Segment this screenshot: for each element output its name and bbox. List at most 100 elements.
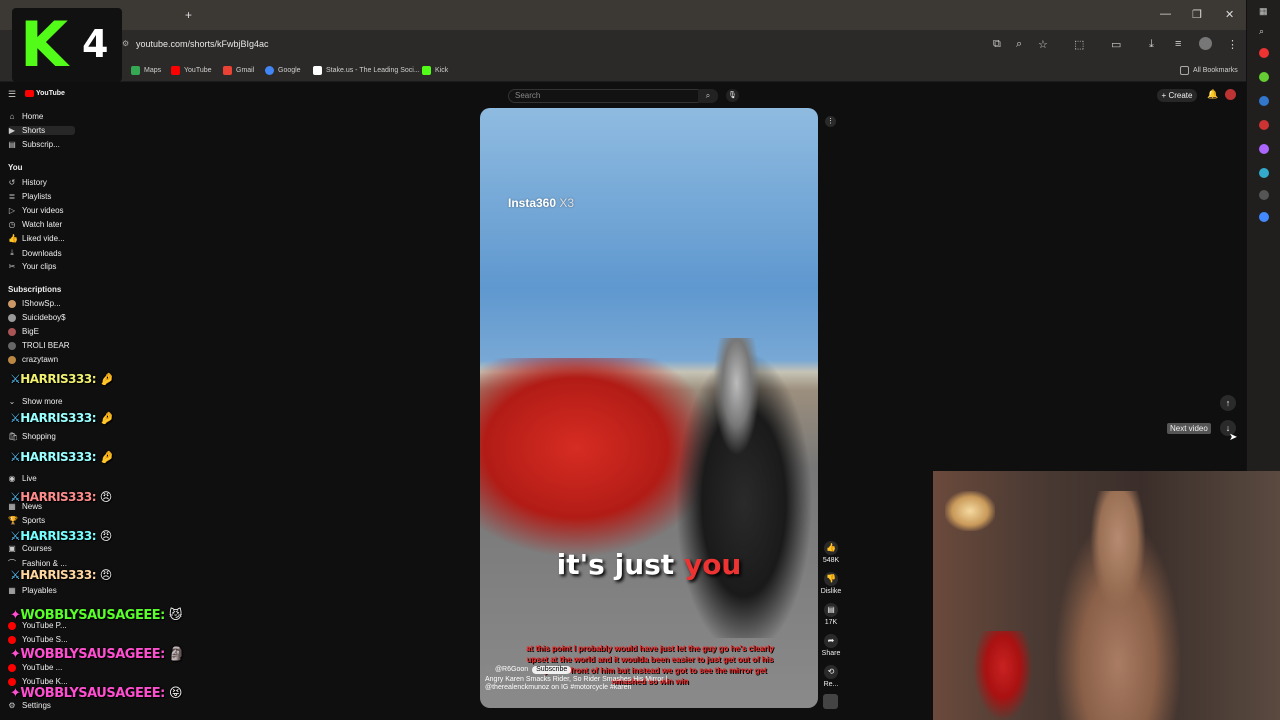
sidebar-item-settings[interactable]: ⚙ Settings	[8, 701, 51, 710]
bookmark-kick[interactable]: Kick	[422, 66, 448, 75]
sidebar-item-courses[interactable]: ▣ Courses	[8, 544, 52, 553]
menu-icon[interactable]: ⋮	[1227, 38, 1238, 51]
gmail-icon	[223, 66, 232, 75]
sidebar-item-home[interactable]: ⌂ Home	[8, 112, 44, 121]
channel-avatar	[8, 299, 16, 308]
video-info: @R6Goon Subscribe Angry Karen Smacks Ride…	[485, 665, 725, 692]
sidebar-item-watch-later[interactable]: ◷ Watch later	[8, 220, 63, 229]
media-icon[interactable]: ≡	[1175, 38, 1181, 50]
chat-username: WOBBLYSAUSAGEEE:	[20, 647, 165, 662]
extension-icon[interactable]	[1259, 120, 1269, 130]
extension-icon[interactable]	[1259, 168, 1269, 178]
sidebar-item-yt-studio[interactable]: YouTube S...	[8, 635, 68, 644]
new-tab-button[interactable]: +	[185, 8, 192, 22]
extension-icon[interactable]	[1259, 72, 1269, 82]
subscribe-button[interactable]: Subscribe	[532, 665, 572, 674]
chat-username: HARRIS333:	[20, 529, 97, 543]
sidebar-item-liked[interactable]: 👍 Liked vide...	[8, 234, 65, 243]
mic-icon[interactable]: 🎙	[726, 89, 739, 102]
install-icon[interactable]: ⧉	[993, 38, 1001, 51]
star-icon[interactable]: ☆	[1038, 38, 1048, 51]
sidebar-item-subscriptions[interactable]: ▤ Subscrip...	[8, 140, 60, 149]
extension-icon[interactable]	[1259, 96, 1269, 106]
sidebar-item-yt-kids[interactable]: YouTube K...	[8, 677, 68, 686]
sound-thumbnail[interactable]	[823, 694, 838, 709]
sidebar-item-shopping[interactable]: 🛍 Shopping	[8, 432, 56, 441]
channel-avatar[interactable]	[485, 665, 493, 673]
sidebar-item-yt-music[interactable]: YouTube ...	[8, 663, 62, 672]
emote-icon: 😼	[168, 608, 183, 623]
sidebar-sub[interactable]: IShowSp...	[8, 299, 61, 308]
extensions-icon[interactable]: ⬚	[1074, 38, 1084, 51]
youtube-logo[interactable]: YouTube	[25, 90, 65, 97]
sidebar-item-live[interactable]: ◉ Live	[8, 474, 37, 483]
next-video-tooltip: Next video	[1167, 423, 1211, 434]
sidebar-item-playlists[interactable]: ≣ Playlists	[8, 192, 52, 201]
comments-button[interactable]: ▤ 17K	[820, 603, 842, 626]
sidebar-sub[interactable]: BigE	[8, 327, 39, 336]
remix-button[interactable]: ⟲ Re...	[820, 665, 842, 688]
sidebar-item-your-videos[interactable]: ▷ Your videos	[8, 206, 64, 215]
like-button[interactable]: 👍 548K	[820, 541, 842, 564]
url-field[interactable]: youtube.com/shorts/kFwbjBIg4ac	[136, 39, 269, 49]
extension-icon[interactable]	[1259, 190, 1269, 200]
search-icon[interactable]: ⌕	[1259, 26, 1264, 37]
bookmark-google[interactable]: Google	[265, 66, 301, 75]
sidebar-item-playables[interactable]: ▦ Playables	[8, 586, 56, 595]
download-icon[interactable]: ⤓	[1149, 38, 1154, 51]
video-title[interactable]: Angry Karen Smacks Rider, So Rider Smash…	[485, 676, 725, 692]
you-header[interactable]: You	[8, 163, 23, 172]
bookmark-maps[interactable]: Maps	[131, 66, 161, 75]
notifications-icon[interactable]: 🔔	[1207, 89, 1218, 100]
search-button[interactable]: ⌕	[698, 89, 718, 103]
channel-name[interactable]: @R6Goon	[495, 666, 528, 673]
side-panel-icon[interactable]: ▭	[1111, 38, 1121, 51]
site-info-icon[interactable]: ⚙	[122, 39, 129, 48]
bookmark-gmail[interactable]: Gmail	[223, 66, 254, 75]
dislike-button[interactable]: 👎 Dislike	[820, 572, 842, 595]
show-more-button[interactable]: ⌄ Show more	[8, 397, 63, 406]
channel-avatar	[8, 327, 16, 336]
previous-video-button[interactable]: ↑	[1220, 395, 1236, 411]
sidebar-sub[interactable]: Suicideboy$	[8, 313, 66, 322]
more-options-icon[interactable]: ⋮	[825, 116, 836, 127]
bookmark-youtube[interactable]: YouTube	[171, 66, 212, 75]
youtube-icon	[8, 635, 16, 644]
like-icon: 👍	[8, 234, 18, 243]
sidebar-item-downloads[interactable]: ⤓ Downloads	[8, 248, 61, 258]
sidebar-item-history[interactable]: ↺ History	[8, 178, 47, 187]
zoom-icon[interactable]: ⌕	[1016, 38, 1022, 51]
extension-icon[interactable]	[1259, 144, 1269, 154]
sidebar-item-shorts[interactable]: ▶ Shorts	[8, 126, 75, 135]
youtube-icon	[171, 66, 180, 75]
hamburger-icon[interactable]: ☰	[8, 89, 16, 100]
account-avatar[interactable]	[1225, 89, 1236, 100]
shorts-icon: ▶	[8, 126, 16, 135]
chat-badge-icon: ✦	[10, 686, 21, 701]
home-icon: ⌂	[9, 112, 15, 121]
chat-username: HARRIS333:	[20, 568, 97, 582]
bookmark-stake[interactable]: Stake.us - The Leading Soci...	[313, 66, 420, 75]
sidebar-sub[interactable]: crazytawn	[8, 355, 58, 364]
sidebar-item-clips[interactable]: ✂ Your clips	[8, 262, 57, 271]
create-button[interactable]: + Create	[1157, 89, 1197, 102]
all-bookmarks[interactable]: All Bookmarks	[1180, 66, 1238, 75]
stake-icon	[313, 66, 322, 75]
shorts-video-player[interactable]: Insta360 X3 it's just you at this point …	[480, 108, 818, 708]
kick-logo: K 4	[12, 8, 122, 82]
share-button[interactable]: ➦ Share	[820, 634, 842, 657]
extension-icon[interactable]	[1259, 48, 1269, 58]
chat-badge-icon: ✦	[10, 647, 21, 662]
close-window-button[interactable]: ✕	[1225, 8, 1234, 21]
search-input[interactable]: Search	[508, 89, 718, 103]
bookmarks-bar: Maps YouTube Gmail Google Stake.us - The…	[0, 60, 1280, 82]
sidebar-item-sports[interactable]: 🏆 Sports	[8, 516, 45, 525]
grid-icon[interactable]: ▦	[1259, 6, 1268, 17]
subscriptions-header[interactable]: Subscriptions	[8, 285, 61, 294]
profile-avatar[interactable]	[1199, 37, 1212, 50]
minimize-button[interactable]: —	[1160, 8, 1171, 20]
sidebar-sub[interactable]: TROLI BEAR	[8, 341, 70, 350]
extension-icon[interactable]	[1259, 212, 1269, 222]
comment-icon: ▤	[824, 603, 838, 617]
maximize-button[interactable]: ❐	[1192, 8, 1202, 21]
